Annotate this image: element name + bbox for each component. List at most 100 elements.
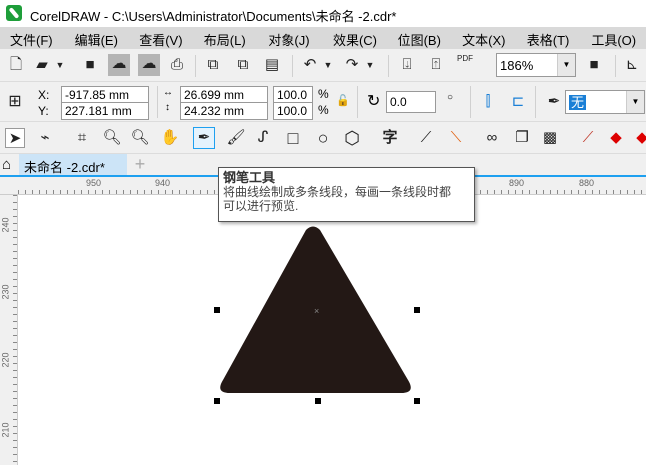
tooltip-title: 钢笔工具 bbox=[223, 170, 276, 185]
ruler-label: 210 bbox=[0, 422, 11, 438]
undo-icon[interactable]: ↶ bbox=[300, 55, 320, 75]
ruler-label: 230 bbox=[0, 284, 11, 300]
selection-handle[interactable] bbox=[414, 307, 420, 313]
percent-label: % bbox=[318, 103, 329, 117]
open-dropdown-icon[interactable]: ▼ bbox=[50, 55, 70, 75]
property-bar: ⊞ X: Y: -917.85 mm 227.181 mm ↔ ↕ 26.699… bbox=[0, 82, 646, 122]
pick-tool-icon[interactable]: ➤ bbox=[5, 128, 25, 148]
redo-icon[interactable]: ↷ bbox=[342, 55, 362, 75]
scale-y-input[interactable]: 100.0 bbox=[273, 102, 313, 120]
outline-pen-icon: ✒ bbox=[547, 93, 561, 110]
window-title: CorelDRAW - C:\Users\Administrator\Docum… bbox=[30, 9, 397, 24]
coreldraw-logo-icon bbox=[6, 5, 22, 21]
polygon-tool-icon[interactable]: ⬡ bbox=[342, 128, 362, 148]
pan-tool-icon[interactable]: ✋ bbox=[160, 128, 180, 148]
open-icon[interactable]: ▰ bbox=[32, 55, 52, 75]
menu-text[interactable]: 文本(X) bbox=[452, 27, 517, 49]
menu-bar: 文件(F) 编辑(E) 查看(V) 布局(L) 对象(J) 效果(C) 位图(B… bbox=[0, 27, 646, 49]
menu-edit[interactable]: 编辑(E) bbox=[65, 27, 130, 49]
undo-dropdown-icon[interactable]: ▼ bbox=[318, 55, 338, 75]
tooltip: 钢笔工具 将曲线绘制成多条线段，每画一条线段时都 可以进行预览. bbox=[218, 167, 475, 222]
full-screen-icon[interactable]: ■ bbox=[584, 55, 604, 75]
ruler-label: 880 bbox=[579, 178, 595, 188]
menu-layout[interactable]: 布局(L) bbox=[194, 27, 259, 49]
height-icon: ↕ bbox=[165, 102, 170, 113]
paste-icon[interactable]: ▤ bbox=[262, 55, 282, 75]
tab-document[interactable]: 未命名 -2.cdr* bbox=[19, 154, 127, 175]
pen-tool-icon[interactable]: ✒ bbox=[193, 127, 215, 149]
import-cloud-icon[interactable]: ☁ bbox=[108, 54, 130, 76]
menu-file[interactable]: 文件(F) bbox=[0, 27, 65, 49]
export-icon[interactable]: ⍐ bbox=[426, 55, 446, 75]
chevron-down-icon[interactable]: ▼ bbox=[557, 54, 575, 76]
interactive-fill-icon[interactable]: ◆ bbox=[606, 128, 626, 148]
vertical-ruler[interactable]: 240 230 220 210 bbox=[0, 195, 18, 465]
zoom-value: 186% bbox=[500, 58, 534, 73]
title-bar: CorelDRAW - C:\Users\Administrator\Docum… bbox=[0, 0, 646, 27]
menu-effects[interactable]: 效果(C) bbox=[323, 27, 388, 49]
pan-zoom-icon[interactable]: 🔍︎ bbox=[130, 128, 150, 148]
export-cloud-icon[interactable]: ☁ bbox=[138, 54, 160, 76]
triangle-shape[interactable]: × bbox=[18, 195, 646, 465]
menu-tools[interactable]: 工具(O) bbox=[581, 27, 646, 49]
import-icon[interactable]: ⍗ bbox=[397, 55, 417, 75]
new-document-icon[interactable]: 🗋 bbox=[6, 55, 26, 75]
zoom-level-select[interactable]: 186% ▼ bbox=[496, 53, 576, 77]
home-icon[interactable]: ⌂ bbox=[2, 156, 11, 173]
connector-tool-icon[interactable]: ⟍ bbox=[446, 128, 466, 148]
mirror-vertical-icon[interactable]: ⊏ bbox=[508, 92, 528, 112]
menu-table[interactable]: 表格(T) bbox=[517, 27, 582, 49]
outline-width-select[interactable]: 无 ▼ bbox=[565, 90, 645, 114]
options-ruler-icon[interactable]: ⊾ bbox=[622, 55, 642, 75]
tooltip-text: 可以进行预览. bbox=[223, 199, 299, 213]
zoom-tool-icon[interactable]: 🔍︎ bbox=[102, 128, 122, 148]
width-icon: ↔ bbox=[163, 87, 173, 98]
redo-dropdown-icon[interactable]: ▼ bbox=[360, 55, 380, 75]
save-icon[interactable]: ■ bbox=[80, 55, 100, 75]
ellipse-tool-icon[interactable]: ○ bbox=[313, 128, 333, 148]
drawing-canvas[interactable]: × bbox=[18, 195, 646, 465]
reference-point-icon[interactable]: ⊞ bbox=[5, 92, 25, 112]
chevron-down-icon[interactable]: ▼ bbox=[626, 91, 644, 113]
menu-bitmaps[interactable]: 位图(B) bbox=[388, 27, 453, 49]
dimension-tool-icon[interactable]: ⟋ bbox=[416, 128, 436, 148]
y-label: Y: bbox=[38, 104, 49, 118]
cut-icon[interactable]: ⧉ bbox=[203, 55, 223, 75]
copy-icon[interactable]: ⧉ bbox=[233, 55, 253, 75]
toolbox: ➤ ⌁ ⌗ 🔍︎ 🔍︎ ✋ ✒ 🖌︎ ᔑ □ ○ ⬡ 字 ⟋ ⟍ ∞ ❐ ▩ ⟋… bbox=[0, 122, 646, 154]
text-tool-icon[interactable]: 字 bbox=[380, 128, 400, 148]
percent-label: % bbox=[318, 87, 329, 101]
mirror-horizontal-icon[interactable]: ⫿ bbox=[478, 92, 498, 112]
pdf-label: PDF bbox=[457, 54, 473, 63]
ruler-label: 950 bbox=[86, 178, 102, 188]
ruler-label: 220 bbox=[0, 352, 11, 368]
y-position-input[interactable]: 227.181 mm bbox=[61, 102, 149, 120]
transparency-icon[interactable]: ▩ bbox=[540, 128, 560, 148]
print-icon[interactable]: ⎙ bbox=[167, 55, 187, 75]
crop-tool-icon[interactable]: ⌗ bbox=[72, 128, 92, 148]
drop-shadow-icon[interactable]: ❐ bbox=[512, 128, 532, 148]
selection-handle[interactable] bbox=[414, 398, 420, 404]
shape-tool-icon[interactable]: ⌁ bbox=[35, 128, 55, 148]
blend-tool-icon[interactable]: ∞ bbox=[482, 128, 502, 148]
smart-fill-icon[interactable]: ◆ bbox=[632, 128, 646, 148]
selection-handle[interactable] bbox=[214, 398, 220, 404]
add-tab-button[interactable]: + bbox=[129, 154, 151, 175]
degree-icon: ○ bbox=[447, 92, 454, 103]
menu-object[interactable]: 对象(J) bbox=[258, 27, 323, 49]
eyedropper-icon[interactable]: ⟋ bbox=[578, 128, 598, 148]
ruler-label: 240 bbox=[0, 217, 11, 233]
selection-handle[interactable] bbox=[214, 307, 220, 313]
tab-document-label: 未命名 -2.cdr* bbox=[24, 160, 105, 175]
x-label: X: bbox=[38, 88, 50, 102]
selection-handle[interactable] bbox=[315, 398, 321, 404]
rectangle-tool-icon[interactable]: □ bbox=[283, 128, 303, 148]
bezier-curve-icon[interactable]: ᔑ bbox=[253, 128, 273, 148]
height-input[interactable]: 24.232 mm bbox=[180, 102, 268, 120]
ruler-label: 890 bbox=[509, 178, 525, 188]
menu-view[interactable]: 查看(V) bbox=[129, 27, 194, 49]
lock-ratio-icon[interactable]: 🔓 bbox=[336, 94, 350, 107]
rotation-input[interactable]: 0.0 bbox=[386, 91, 436, 113]
artistic-media-icon[interactable]: 🖌︎ bbox=[226, 128, 246, 148]
publish-pdf-icon[interactable]: PDF bbox=[455, 54, 475, 74]
